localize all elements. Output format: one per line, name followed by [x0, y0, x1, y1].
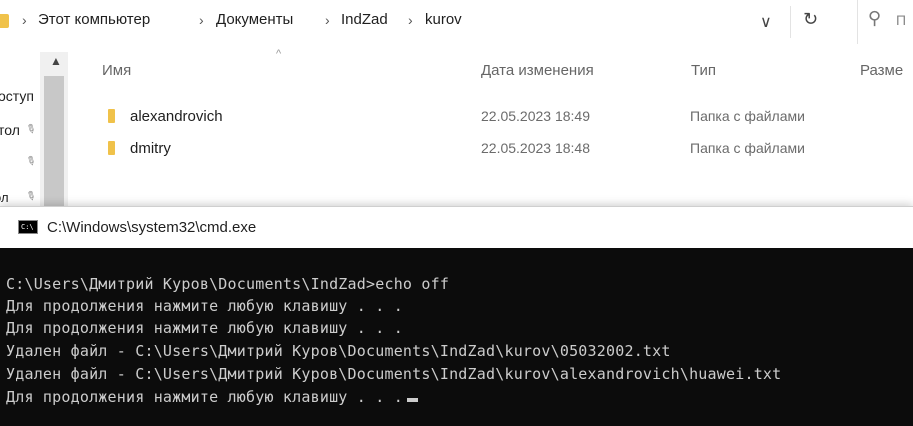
chevron-down-icon[interactable]: ∨ [760, 12, 772, 32]
breadcrumb-separator-icon[interactable]: › [325, 12, 330, 28]
file-row[interactable]: alexandrovich 22.05.2023 18:49 Папка с ф… [100, 105, 913, 129]
breadcrumb-separator-icon[interactable]: › [408, 12, 413, 28]
cmd-console[interactable]: C:\Users\Дмитрий Куров\Documents\IndZad>… [0, 248, 913, 426]
console-line: Для продолжения нажмите любую клавишу . … [6, 319, 403, 337]
file-name: alexandrovich [130, 108, 223, 125]
nav-item-desktop[interactable]: тол [0, 122, 20, 138]
column-header-size[interactable]: Разме [860, 62, 903, 79]
console-line-last: Для продолжения нажмите любую клавишу . … [6, 388, 418, 406]
nav-item-pinned[interactable]: ол [0, 190, 9, 205]
console-line: Удален файл - C:\Users\Дмитрий Куров\Doc… [6, 342, 671, 360]
divider [790, 6, 791, 38]
nav-scrollbar-thumb[interactable] [44, 76, 64, 206]
file-row[interactable]: dmitry 22.05.2023 18:48 Папка с файлами [100, 137, 913, 161]
file-date: 22.05.2023 18:49 [481, 108, 590, 124]
refresh-icon[interactable]: ↻ [803, 9, 818, 30]
console-line: Для продолжения нажмите любую клавишу . … [6, 297, 403, 315]
search-box[interactable]: ⚲ П [857, 0, 913, 44]
search-icon: ⚲ [868, 8, 882, 28]
cmd-window[interactable]: C:\ C:\Windows\system32\cmd.exe C:\Users… [0, 206, 913, 426]
console-cursor [406, 398, 418, 402]
folder-icon [0, 14, 9, 28]
breadcrumb-kurov[interactable]: kurov [425, 11, 462, 28]
pin-icon: ✎ [23, 120, 39, 138]
console-line: C:\Users\Дмитрий Куров\Documents\IndZad>… [6, 275, 450, 293]
cmd-title-bar[interactable]: C:\ C:\Windows\system32\cmd.exe [0, 206, 913, 248]
file-type: Папка с файлами [690, 140, 805, 156]
breadcrumb-indzad[interactable]: IndZad [341, 11, 388, 28]
nav-item-quick-access[interactable]: оступ [0, 88, 34, 104]
search-placeholder: П [896, 12, 907, 28]
file-name: dmitry [130, 140, 171, 157]
sort-ascending-icon: ^ [276, 48, 282, 60]
folder-icon [108, 141, 115, 155]
breadcrumb-separator-icon[interactable]: › [199, 12, 204, 28]
cmd-window-title: C:\Windows\system32\cmd.exe [47, 219, 257, 236]
column-header-date[interactable]: Дата изменения [481, 62, 594, 79]
breadcrumb-documents[interactable]: Документы [216, 11, 293, 28]
pin-icon: ✎ [23, 152, 39, 170]
console-line-text: Для продолжения нажмите любую клавишу . … [6, 388, 403, 406]
breadcrumb-separator-icon[interactable]: › [22, 12, 27, 28]
cmd-app-icon: C:\ [18, 220, 38, 234]
console-line: Удален файл - C:\Users\Дмитрий Куров\Doc… [6, 365, 782, 383]
scroll-up-icon[interactable]: ▲ [50, 54, 62, 68]
file-type: Папка с файлами [690, 108, 805, 124]
file-date: 22.05.2023 18:48 [481, 140, 590, 156]
column-header-type[interactable]: Тип [691, 62, 716, 79]
pin-icon: ✎ [23, 187, 39, 205]
address-bar[interactable]: › Этот компьютер › Документы › IndZad › … [0, 0, 913, 44]
breadcrumb-this-pc[interactable]: Этот компьютер [38, 11, 150, 28]
column-header-name[interactable]: Имя [102, 62, 131, 79]
folder-icon [108, 109, 115, 123]
